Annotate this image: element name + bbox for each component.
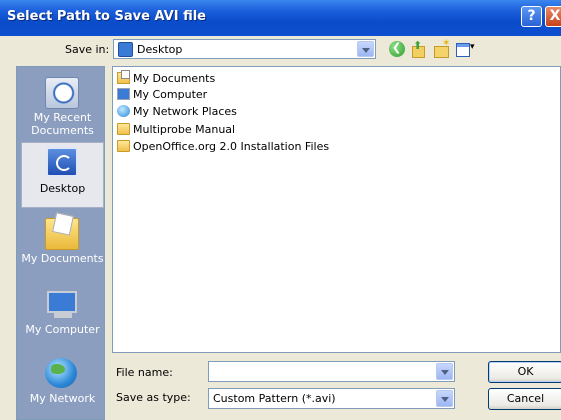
chevron-down-icon[interactable]	[436, 363, 453, 380]
place-label: Desktop	[39, 182, 86, 195]
places-bar: My Recent Documents Desktop My Documents…	[16, 66, 105, 420]
file-name: My Network Places	[133, 105, 237, 118]
place-my-network[interactable]: My Network	[21, 354, 104, 420]
my-documents-icon	[45, 218, 79, 250]
place-my-computer[interactable]: My Computer	[21, 285, 104, 351]
chevron-down-icon[interactable]	[436, 390, 453, 407]
cancel-button[interactable]: Cancel	[488, 388, 561, 410]
file-name: My Documents	[133, 72, 216, 85]
save-as-type-dropdown[interactable]: Custom Pattern (*.avi)	[208, 388, 455, 409]
save-as-type-value: Custom Pattern (*.avi)	[213, 392, 336, 405]
file-name-input[interactable]	[211, 363, 431, 380]
documents-folder-icon	[117, 70, 130, 84]
place-label: My Network	[29, 392, 96, 405]
place-label: My Computer	[25, 323, 100, 336]
views-menu-icon[interactable]	[455, 41, 477, 57]
file-name: OpenOffice.org 2.0 Installation Files	[133, 140, 330, 153]
computer-icon	[117, 88, 130, 100]
back-icon[interactable]	[389, 41, 405, 57]
place-my-recent-documents[interactable]: My Recent Documents	[21, 73, 104, 139]
file-name: Multiprobe Manual	[133, 123, 236, 136]
place-my-documents[interactable]: My Documents	[21, 214, 104, 280]
folder-icon	[117, 140, 130, 152]
desktop-icon	[46, 147, 78, 177]
network-places-icon	[117, 105, 130, 117]
desktop-small-icon	[118, 42, 133, 57]
window-title: Select Path to Save AVI file	[7, 9, 206, 24]
help-icon: ?	[527, 8, 536, 24]
folder-icon	[117, 123, 130, 135]
save-as-type-label: Save as type:	[116, 391, 191, 404]
close-icon: X	[549, 8, 561, 24]
up-folder-icon[interactable]	[410, 39, 426, 58]
title-bar[interactable]: Select Path to Save AVI file ? X	[0, 0, 561, 36]
place-desktop[interactable]: Desktop	[21, 142, 104, 208]
file-name: My Computer	[133, 88, 208, 101]
close-button[interactable]: X	[545, 6, 561, 27]
file-list[interactable]: My Documents My Computer My Network Plac…	[112, 66, 561, 353]
help-button[interactable]: ?	[521, 6, 542, 27]
new-folder-icon[interactable]	[433, 38, 450, 58]
file-name-label: File name:	[116, 366, 173, 379]
ok-button[interactable]: OK	[488, 361, 561, 383]
save-in-dropdown[interactable]: Desktop	[113, 39, 376, 59]
my-network-icon	[45, 358, 77, 388]
chevron-down-icon[interactable]	[357, 41, 374, 57]
save-in-value: Desktop	[137, 43, 183, 56]
file-name-field[interactable]	[208, 361, 455, 382]
place-label: My Recent Documents	[31, 111, 94, 137]
recent-documents-icon	[45, 77, 79, 109]
save-in-label: Save in:	[65, 43, 110, 56]
place-label: My Documents	[21, 252, 104, 265]
my-computer-icon	[45, 289, 77, 319]
